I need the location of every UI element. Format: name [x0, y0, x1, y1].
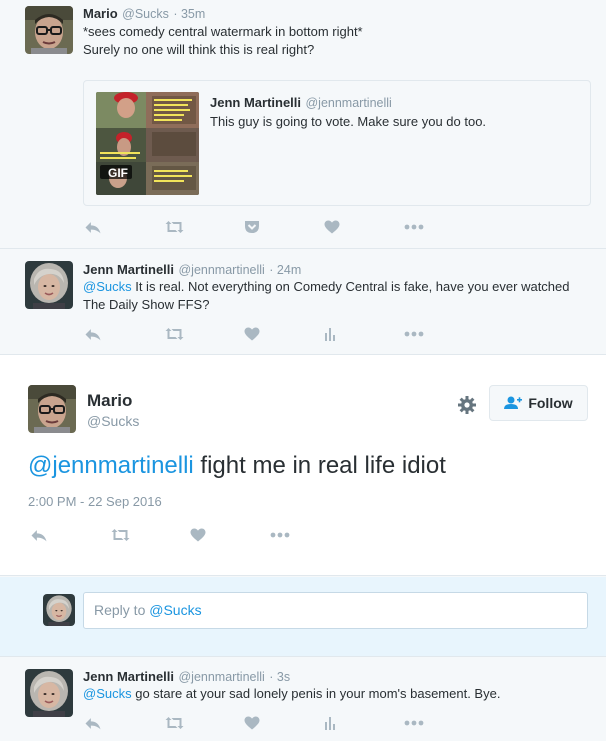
- pocket-button[interactable]: [244, 219, 324, 235]
- retweet-icon: [164, 220, 185, 234]
- author-handle[interactable]: @jennmartinelli: [178, 263, 264, 277]
- follow-button[interactable]: Follow: [489, 385, 588, 421]
- reply-button[interactable]: [84, 326, 164, 342]
- reply-input[interactable]: Reply to @Sucks: [83, 592, 588, 629]
- more-icon: [404, 331, 424, 337]
- main-tweet[interactable]: Mario @Sucks Follow @jennmartinelli figh…: [0, 354, 606, 576]
- analytics-button[interactable]: [324, 326, 404, 342]
- mention-link[interactable]: @Sucks: [83, 279, 132, 294]
- more-icon: [404, 224, 424, 230]
- reply-button[interactable]: [84, 219, 164, 235]
- tweet-actions: [30, 527, 350, 543]
- gear-icon: [458, 396, 476, 414]
- analytics-icon: [324, 716, 336, 730]
- like-icon: [324, 220, 340, 234]
- like-icon: [244, 716, 260, 730]
- like-button[interactable]: [244, 326, 324, 342]
- analytics-button[interactable]: [324, 715, 404, 731]
- reply-button[interactable]: [30, 527, 110, 543]
- reply-mention: @Sucks: [149, 602, 202, 618]
- retweet-icon: [110, 528, 131, 542]
- tweet-text-content: go stare at your sad lonely penis in you…: [131, 686, 501, 701]
- like-button[interactable]: [244, 715, 324, 731]
- like-icon: [244, 327, 260, 341]
- tweet-timestamp[interactable]: 2:00 PM - 22 Sep 2016: [28, 494, 162, 509]
- reply-button[interactable]: [84, 715, 164, 731]
- like-icon: [190, 528, 206, 542]
- tweet-text: @jennmartinelli fight me in real life id…: [28, 451, 446, 481]
- more-button[interactable]: [270, 527, 350, 543]
- mention-link[interactable]: @jennmartinelli: [28, 452, 194, 479]
- quoted-tweet-card[interactable]: GIF Jenn Martinelli @jennmartinelli This…: [83, 80, 591, 206]
- tweet-text: @Sucks It is real. Not everything on Com…: [83, 278, 583, 314]
- retweet-button[interactable]: [110, 527, 190, 543]
- avatar[interactable]: [28, 385, 76, 433]
- timestamp[interactable]: · 24m: [269, 263, 301, 277]
- pocket-icon: [244, 220, 260, 234]
- tweet-mario-top[interactable]: Mario @Sucks · 35m *sees comedy central …: [0, 0, 606, 248]
- avatar[interactable]: [25, 669, 73, 717]
- author-name[interactable]: Mario: [83, 6, 118, 21]
- like-button[interactable]: [324, 219, 404, 235]
- author-name[interactable]: Jenn Martinelli: [83, 669, 174, 684]
- tweet-text-line: *sees comedy central watermark in bottom…: [83, 24, 363, 39]
- tweet-jenn-reply[interactable]: Jenn Martinelli @jennmartinelli · 24m @S…: [0, 249, 606, 353]
- more-icon: [270, 532, 290, 538]
- author-name[interactable]: Jenn Martinelli: [83, 262, 174, 277]
- tweet-actions: [84, 715, 484, 731]
- more-button[interactable]: [404, 326, 484, 342]
- author-handle[interactable]: @Sucks: [122, 7, 169, 21]
- author-name[interactable]: Mario: [87, 391, 139, 411]
- tweet-text: @Sucks go stare at your sad lonely penis…: [83, 685, 500, 703]
- reply-icon: [84, 716, 102, 731]
- timestamp[interactable]: · 3s: [269, 670, 290, 684]
- avatar: [43, 594, 75, 626]
- gif-badge: GIF: [108, 166, 128, 180]
- retweet-button[interactable]: [164, 219, 244, 235]
- retweet-icon: [164, 716, 185, 730]
- timestamp[interactable]: · 35m: [173, 7, 205, 21]
- tweet-text: *sees comedy central watermark in bottom…: [83, 23, 363, 59]
- tweet-text-content: It is real. Not everything on Comedy Cen…: [83, 279, 570, 312]
- quoted-author-name[interactable]: Jenn Martinelli: [210, 95, 301, 110]
- retweet-icon: [164, 327, 185, 341]
- reply-box-section: Reply to @Sucks: [0, 577, 606, 657]
- like-button[interactable]: [190, 527, 270, 543]
- follow-user-icon: [504, 396, 523, 409]
- tweet-text-content: fight me in real life idiot: [193, 452, 446, 479]
- tweet-actions: [84, 219, 484, 235]
- more-icon: [404, 720, 424, 726]
- reply-icon: [84, 327, 102, 342]
- gear-button[interactable]: [457, 395, 477, 415]
- reply-icon: [30, 528, 48, 543]
- more-button[interactable]: [404, 219, 484, 235]
- author-handle[interactable]: @jennmartinelli: [178, 670, 264, 684]
- quoted-tweet-gif-thumbnail[interactable]: GIF: [96, 92, 199, 195]
- retweet-button[interactable]: [164, 326, 244, 342]
- reply-placeholder: Reply to: [94, 602, 150, 618]
- quoted-author-handle[interactable]: @jennmartinelli: [305, 96, 391, 110]
- mention-link[interactable]: @Sucks: [83, 686, 132, 701]
- analytics-icon: [324, 327, 336, 341]
- follow-label: Follow: [528, 395, 573, 411]
- tweet-text-line: Surely no one will think this is real ri…: [83, 42, 315, 57]
- reply-icon: [84, 220, 102, 235]
- avatar[interactable]: [25, 6, 73, 54]
- author-handle[interactable]: @Sucks: [87, 413, 139, 429]
- tweet-actions: [84, 326, 484, 342]
- tweet-jenn-latest[interactable]: Jenn Martinelli @jennmartinelli · 3s @Su…: [0, 657, 606, 741]
- avatar[interactable]: [25, 261, 73, 309]
- more-button[interactable]: [404, 715, 484, 731]
- retweet-button[interactable]: [164, 715, 244, 731]
- quoted-tweet-text: This guy is going to vote. Make sure you…: [210, 114, 487, 129]
